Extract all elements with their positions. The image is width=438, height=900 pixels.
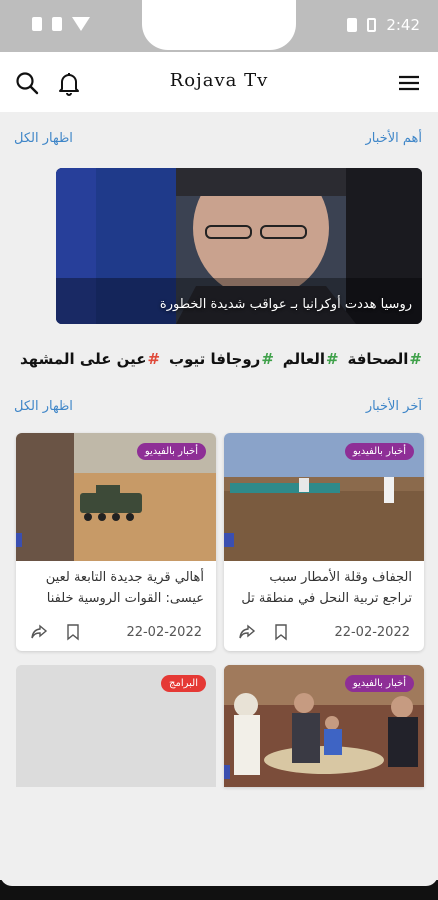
news-card[interactable]: أخبار بالفيديو الجفاف وقلة الأمطار سبب ت… bbox=[224, 433, 424, 651]
featured-caption: روسيا هددت أوكرانيا بـ عواقب شديدة الخطو… bbox=[159, 297, 412, 312]
latest-news-show-all[interactable]: اظهار الكل bbox=[14, 399, 73, 414]
tag-rojava-tube[interactable]: #روجافا تيوب bbox=[169, 350, 274, 368]
wifi-icon bbox=[72, 17, 90, 31]
tag-label: روجافا تيوب bbox=[169, 350, 261, 368]
sim-icon bbox=[32, 17, 42, 31]
news-card-actions bbox=[30, 623, 80, 641]
featured-news-card[interactable]: روسيا هددت أوكرانيا بـ عواقب شديدة الخطو… bbox=[56, 168, 422, 324]
news-card-badge: أخبار بالفيديو bbox=[344, 675, 414, 692]
tag-press[interactable]: #الصحافة bbox=[348, 350, 423, 368]
bottom-edge bbox=[0, 874, 438, 886]
top-news-show-all[interactable]: اظهار الكل bbox=[14, 131, 73, 146]
status-left-icons bbox=[32, 17, 90, 31]
news-card-date: 22-02-2022 bbox=[126, 624, 202, 640]
hashtag-row: #الصحافة #العالم #روجافا تيوب #عين على ا… bbox=[20, 350, 422, 368]
tag-hash: # bbox=[147, 350, 161, 368]
news-card-text: أهالي قرية جديدة التابعة لعين عيسى: القو… bbox=[45, 570, 204, 606]
top-news-header: اظهار الكل أهم الأخبار bbox=[14, 128, 422, 148]
news-card-badge: البرامج bbox=[161, 675, 206, 692]
menu-icon[interactable] bbox=[396, 70, 422, 96]
tag-label: عين على المشهد bbox=[20, 350, 147, 368]
top-news-title: أهم الأخبار bbox=[365, 130, 422, 146]
app-bar: Rojava Tv bbox=[0, 52, 438, 112]
status-right: 2:42 bbox=[347, 16, 420, 34]
bookmark-icon[interactable] bbox=[274, 623, 288, 641]
news-card-date: 22-02-2022 bbox=[334, 624, 410, 640]
tag-label: العالم bbox=[282, 350, 326, 368]
news-card-badge: أخبار بالفيديو bbox=[136, 443, 206, 460]
news-card-image: أخبار بالفيديو bbox=[224, 665, 424, 787]
status-time: 2:42 bbox=[386, 16, 420, 34]
news-card-image-placeholder: البرامج bbox=[16, 665, 216, 787]
tag-eye-on-scene[interactable]: #عين على المشهد bbox=[20, 350, 160, 368]
news-card[interactable]: أخبار بالفيديو bbox=[224, 665, 424, 787]
status-bar: 2:42 bbox=[0, 0, 438, 52]
news-card-badge: أخبار بالفيديو bbox=[344, 443, 414, 460]
news-card[interactable]: أخبار بالفيديو أهالي قرية جديدة التابعة … bbox=[16, 433, 216, 651]
app-title: Rojava Tv bbox=[169, 70, 269, 91]
latest-news-header: اظهار الكل آخر الأخبار bbox=[14, 396, 422, 416]
share-icon[interactable] bbox=[30, 623, 48, 641]
camera-notch bbox=[142, 0, 296, 50]
news-card-text: الجفاف وقلة الأمطار سبب تراجع تربية النح… bbox=[241, 570, 412, 606]
news-card[interactable]: البرامج bbox=[16, 665, 216, 787]
notification-icon bbox=[52, 17, 62, 31]
tag-hash: # bbox=[326, 350, 339, 368]
bookmark-icon[interactable] bbox=[66, 623, 80, 641]
share-icon[interactable] bbox=[238, 623, 256, 641]
tag-hash: # bbox=[409, 350, 422, 368]
tag-world[interactable]: #العالم bbox=[283, 350, 339, 368]
latest-news-title: آخر الأخبار bbox=[365, 398, 422, 414]
news-card-image: أخبار بالفيديو bbox=[16, 433, 216, 561]
tag-label: الصحافة bbox=[347, 350, 409, 368]
news-card-footer: 22-02-2022 bbox=[224, 611, 424, 651]
news-card-actions bbox=[238, 623, 288, 641]
news-card-image: أخبار بالفيديو bbox=[224, 433, 424, 561]
tag-hash: # bbox=[261, 350, 274, 368]
sd-card-icon bbox=[347, 18, 358, 32]
battery-icon bbox=[367, 18, 377, 32]
news-card-footer: 22-02-2022 bbox=[16, 611, 216, 651]
